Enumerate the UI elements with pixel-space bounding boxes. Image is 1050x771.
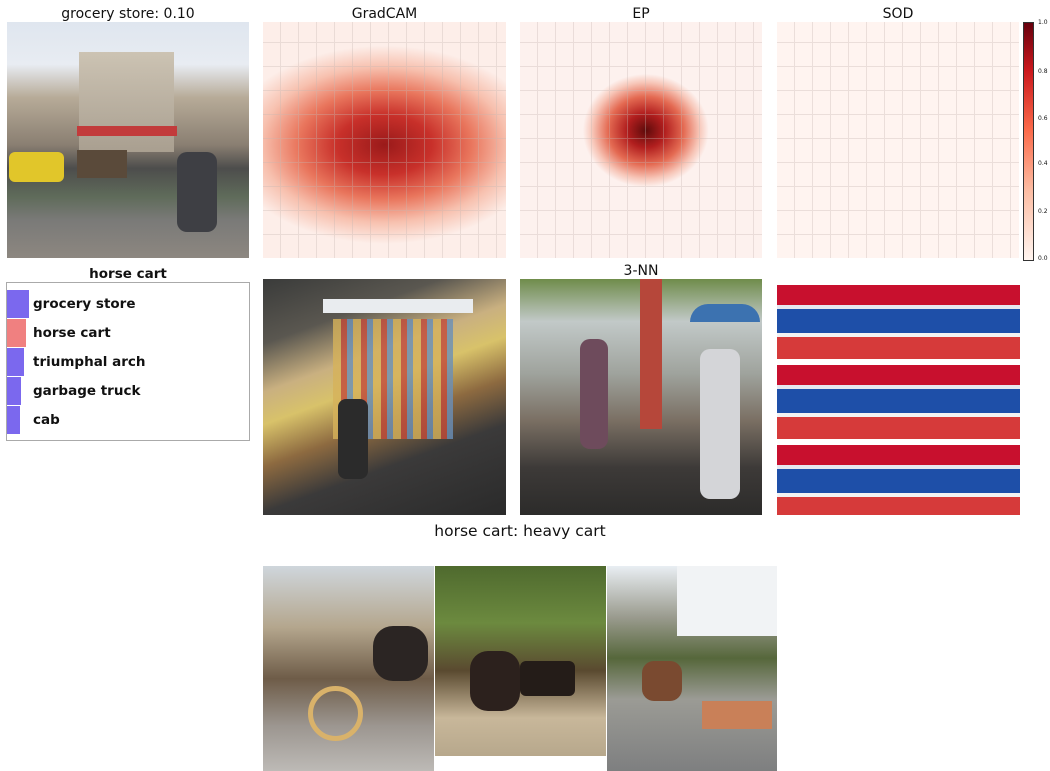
score-label-grocery-store: grocery store	[33, 296, 136, 312]
horse-shape	[373, 626, 428, 681]
gradcam-title: GradCAM	[351, 6, 418, 22]
cart-shape	[77, 150, 127, 178]
score-bar-triumphal-arch	[7, 348, 24, 376]
score-label-horse-cart: horse cart	[33, 325, 111, 341]
ep-title: EP	[632, 6, 650, 22]
score-bar-horse-cart	[7, 319, 26, 347]
input-image	[7, 22, 249, 258]
concept-image-2	[435, 566, 606, 756]
person-shape	[338, 399, 368, 479]
class-score-panel: grocery store horse cart triumphal arch …	[6, 282, 250, 441]
ep-heatmap	[520, 22, 762, 258]
horse-shape	[642, 661, 682, 701]
prediction-title: grocery store: 0.10	[61, 6, 195, 22]
umbrella-shape	[690, 304, 760, 322]
neighbor-image-3	[777, 279, 1020, 515]
colorbar-tick: 0.8	[1038, 68, 1048, 75]
taxi-shape	[9, 152, 64, 182]
nn-title: 3-NN	[623, 263, 659, 279]
horse-shape	[470, 651, 520, 711]
colorbar-tick: 0.2	[1038, 208, 1048, 215]
awning-shape	[323, 299, 473, 313]
person-shape	[177, 152, 217, 232]
colorbar-tick: 0.0	[1038, 255, 1048, 262]
score-bar-cab	[7, 406, 20, 434]
building-shape	[677, 566, 777, 636]
cart-shape	[702, 701, 772, 729]
colorbar	[1023, 22, 1034, 261]
wheel-shape	[308, 686, 363, 741]
person-shape	[580, 339, 608, 449]
colorbar-tick: 0.4	[1038, 160, 1048, 167]
sod-heatmap	[777, 22, 1019, 258]
colorbar-tick: 1.0	[1038, 19, 1048, 26]
pillar-shape	[640, 279, 662, 429]
concept-image-1	[263, 566, 434, 771]
sod-title: SOD	[882, 6, 914, 22]
sod-edges	[777, 22, 1019, 258]
score-bar-garbage-truck	[7, 377, 21, 405]
score-label-garbage-truck: garbage truck	[33, 383, 141, 399]
storefront-shape	[77, 126, 177, 136]
colorbar-tick: 0.6	[1038, 115, 1048, 122]
person-shape	[700, 349, 740, 499]
carriage-shape	[520, 661, 575, 696]
score-bar-grocery-store	[7, 290, 29, 318]
gradcam-edges	[263, 22, 506, 258]
score-label-triumphal-arch: triumphal arch	[33, 354, 146, 370]
ep-edges	[520, 22, 762, 258]
legend-title: horse cart	[89, 266, 167, 282]
neighbor-image-1	[263, 279, 506, 515]
neighbor-image-2	[520, 279, 762, 515]
gradcam-heatmap	[263, 22, 506, 258]
concept-image-3	[607, 566, 777, 771]
score-label-cab: cab	[33, 412, 60, 428]
concept-title: horse cart: heavy cart	[434, 522, 606, 540]
building-shape	[79, 52, 174, 152]
